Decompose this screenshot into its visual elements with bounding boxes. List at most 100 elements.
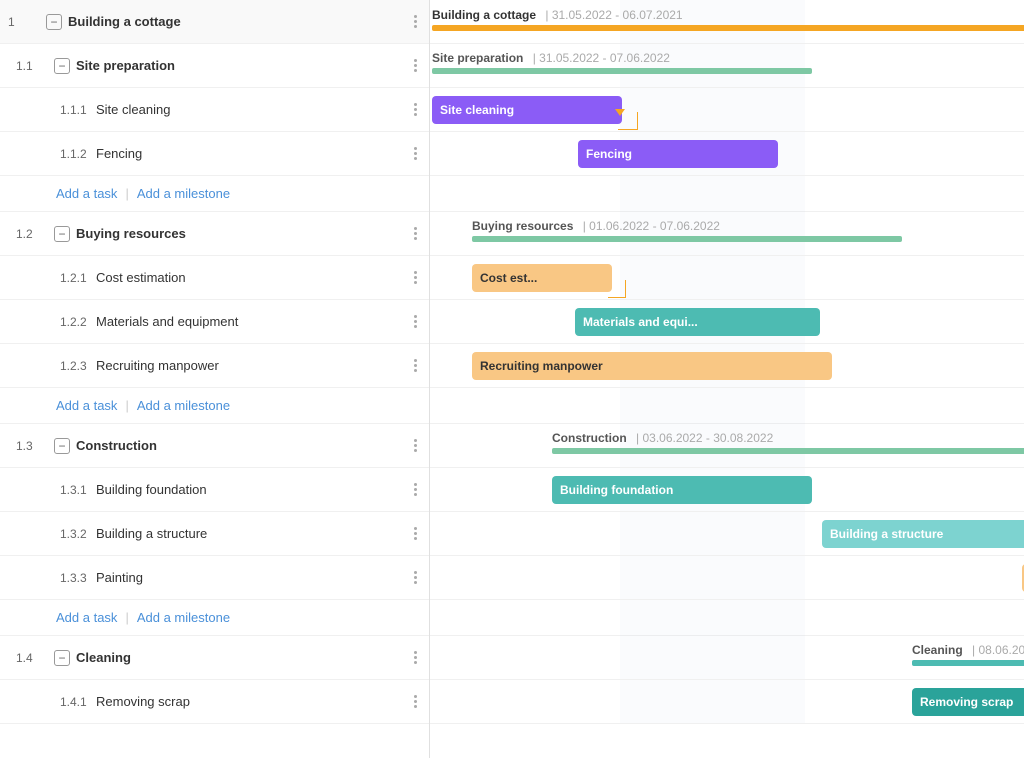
table-row: 1.3.3 Painting bbox=[0, 556, 429, 600]
row-menu-icon[interactable] bbox=[410, 479, 421, 500]
gantt-label: Construction bbox=[552, 431, 627, 445]
table-row: 1.1.2 Fencing bbox=[0, 132, 429, 176]
row-number: 1.2.3 bbox=[8, 359, 96, 373]
task-label: Fencing bbox=[96, 146, 410, 161]
gantt-row-site-cleaning: Site cleaning bbox=[430, 88, 1024, 132]
gantt-label: Site preparation bbox=[432, 51, 523, 65]
task-label: Painting bbox=[96, 570, 410, 585]
gantt-row-building-cottage: Building a cottage | 31.05.2022 - 06.07.… bbox=[430, 0, 1024, 44]
task-label: Recruiting manpower bbox=[96, 358, 410, 373]
bar-label: Materials and equi... bbox=[583, 315, 698, 329]
gantt-date: | 08.06.20 bbox=[972, 643, 1024, 657]
task-label: Construction bbox=[76, 438, 410, 453]
bar-label: Removing scrap bbox=[920, 695, 1013, 709]
task-label: Building a cottage bbox=[68, 14, 410, 29]
row-menu-icon[interactable] bbox=[410, 99, 421, 120]
bar-label: Fencing bbox=[586, 147, 632, 161]
row-number: 1.1.1 bbox=[8, 103, 96, 117]
row-number: 1.2.1 bbox=[8, 271, 96, 285]
gantt-bar-cost-estimation[interactable]: Cost est... bbox=[472, 264, 612, 292]
row-menu-icon[interactable] bbox=[410, 567, 421, 588]
gantt-label: Cleaning bbox=[912, 643, 963, 657]
gantt-panel: Building a cottage | 31.05.2022 - 06.07.… bbox=[430, 0, 1024, 758]
gantt-bar-cleaning[interactable]: Cleaning | 08.06.20 bbox=[912, 643, 1024, 666]
gantt-row-construction: Construction | 03.06.2022 - 30.08.2022 bbox=[430, 424, 1024, 468]
row-menu-icon[interactable] bbox=[410, 435, 421, 456]
gantt-bar-removing-scrap[interactable]: Removing scrap bbox=[912, 688, 1024, 716]
row-number: 1.3.1 bbox=[8, 483, 96, 497]
gantt-bar-site-prep[interactable]: Site preparation | 31.05.2022 - 07.06.20… bbox=[432, 51, 812, 74]
row-menu-icon[interactable] bbox=[410, 691, 421, 712]
gantt-bar-site-cleaning[interactable]: Site cleaning bbox=[432, 96, 622, 124]
gantt-bar-fencing[interactable]: Fencing bbox=[578, 140, 778, 168]
collapse-icon[interactable] bbox=[52, 648, 72, 668]
row-menu-icon[interactable] bbox=[410, 267, 421, 288]
bar-label: Site cleaning bbox=[440, 103, 514, 117]
row-menu-icon[interactable] bbox=[410, 55, 421, 76]
task-label: Buying resources bbox=[76, 226, 410, 241]
task-label: Building a structure bbox=[96, 526, 410, 541]
add-task-row: Add a task | Add a milestone bbox=[0, 600, 429, 636]
gantt-bar-construction[interactable]: Construction | 03.06.2022 - 30.08.2022 bbox=[552, 431, 1024, 454]
row-number: 1.3.2 bbox=[8, 527, 96, 541]
gantt-row-building-foundation: Building foundation bbox=[430, 468, 1024, 512]
gantt-add-row bbox=[430, 600, 1024, 636]
row-menu-icon[interactable] bbox=[410, 647, 421, 668]
add-task-button[interactable]: Add a task bbox=[56, 610, 117, 625]
row-menu-icon[interactable] bbox=[410, 311, 421, 332]
task-label: Materials and equipment bbox=[96, 314, 410, 329]
gantt-add-row bbox=[430, 176, 1024, 212]
row-number: 1.1.2 bbox=[8, 147, 96, 161]
task-label: Building foundation bbox=[96, 482, 410, 497]
row-menu-icon[interactable] bbox=[410, 523, 421, 544]
row-menu-icon[interactable] bbox=[410, 143, 421, 164]
add-milestone-button[interactable]: Add a milestone bbox=[137, 610, 230, 625]
gantt-row-fencing: Fencing bbox=[430, 132, 1024, 176]
task-label: Cleaning bbox=[76, 650, 410, 665]
separator: | bbox=[125, 610, 128, 625]
gantt-bar-buying-resources[interactable]: Buying resources | 01.06.2022 - 07.06.20… bbox=[472, 219, 902, 242]
table-row: 1.3 Construction bbox=[0, 424, 429, 468]
gantt-row-painting: Painting bbox=[430, 556, 1024, 600]
gantt-bar-building-structure[interactable]: Building a structure bbox=[822, 520, 1024, 548]
gantt-label: Building a cottage bbox=[432, 8, 536, 22]
row-number: 1.3.3 bbox=[8, 571, 96, 585]
add-milestone-button[interactable]: Add a milestone bbox=[137, 186, 230, 201]
row-number: 1.1 bbox=[16, 59, 52, 73]
collapse-icon[interactable] bbox=[44, 12, 64, 32]
gantt-bar-building-foundation[interactable]: Building foundation bbox=[552, 476, 812, 504]
row-menu-icon[interactable] bbox=[410, 223, 421, 244]
collapse-icon[interactable] bbox=[52, 436, 72, 456]
gantt-bar-building-cottage[interactable]: Building a cottage | 31.05.2022 - 06.07.… bbox=[432, 8, 1024, 31]
gantt-bar-materials[interactable]: Materials and equi... bbox=[575, 308, 820, 336]
task-list-panel: 1 Building a cottage 1.1 Site preparatio… bbox=[0, 0, 430, 758]
bar-label: Recruiting manpower bbox=[480, 359, 603, 373]
add-task-button[interactable]: Add a task bbox=[56, 186, 117, 201]
add-milestone-button[interactable]: Add a milestone bbox=[137, 398, 230, 413]
add-task-button[interactable]: Add a task bbox=[56, 398, 117, 413]
gantt-row-materials: Materials and equi... bbox=[430, 300, 1024, 344]
table-row: 1 Building a cottage bbox=[0, 0, 429, 44]
table-row: 1.1 Site preparation bbox=[0, 44, 429, 88]
table-row: 1.2.3 Recruiting manpower bbox=[0, 344, 429, 388]
table-row: 1.4.1 Removing scrap bbox=[0, 680, 429, 724]
bar-label: Building foundation bbox=[560, 483, 673, 497]
gantt-date: | 03.06.2022 - 30.08.2022 bbox=[636, 431, 773, 445]
row-menu-icon[interactable] bbox=[410, 355, 421, 376]
task-label: Cost estimation bbox=[96, 270, 410, 285]
collapse-icon[interactable] bbox=[52, 56, 72, 76]
gantt-bar-recruiting[interactable]: Recruiting manpower bbox=[472, 352, 832, 380]
app-container: 1 Building a cottage 1.1 Site preparatio… bbox=[0, 0, 1024, 758]
table-row: 1.4 Cleaning bbox=[0, 636, 429, 680]
bar-label: Cost est... bbox=[480, 271, 537, 285]
task-label: Site preparation bbox=[76, 58, 410, 73]
gantt-row-cleaning: Cleaning | 08.06.20 bbox=[430, 636, 1024, 680]
row-number: 1.4 bbox=[16, 651, 52, 665]
task-label: Site cleaning bbox=[96, 102, 410, 117]
add-task-row: Add a task | Add a milestone bbox=[0, 388, 429, 424]
table-row: 1.2.1 Cost estimation bbox=[0, 256, 429, 300]
row-menu-icon[interactable] bbox=[410, 11, 421, 32]
collapse-icon[interactable] bbox=[52, 224, 72, 244]
gantt-row-building-structure: Building a structure bbox=[430, 512, 1024, 556]
gantt-row-cost-estimation: Cost est... bbox=[430, 256, 1024, 300]
